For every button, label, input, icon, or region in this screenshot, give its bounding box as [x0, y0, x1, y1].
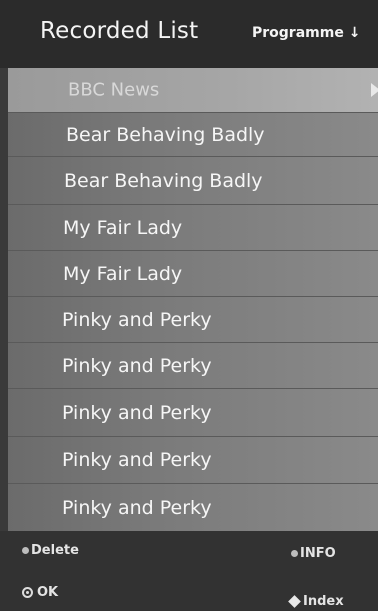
recording-title: BBC News: [68, 79, 160, 101]
recording-list: BBC News Bear Behaving Badly Bear Behavi…: [8, 68, 378, 531]
diamond-icon: [288, 595, 301, 608]
info-label: INFO: [300, 546, 336, 561]
ok-label: OK: [37, 585, 59, 600]
recording-row[interactable]: My Fair Lady: [8, 250, 378, 296]
recording-row[interactable]: Pinky and Perky: [8, 342, 378, 388]
recording-row[interactable]: My Fair Lady: [8, 204, 378, 250]
delete-label: Delete: [31, 543, 79, 558]
recording-row[interactable]: Pinky and Perky: [8, 296, 378, 342]
recording-row[interactable]: Bear Behaving Badly: [8, 112, 378, 156]
index-key-hint[interactable]: Index: [288, 594, 344, 609]
bullet-icon: [22, 547, 29, 554]
header-bar: Recorded List Programme ↓: [0, 0, 378, 68]
ok-ring-icon: [22, 587, 33, 598]
ok-key-hint[interactable]: OK: [22, 585, 58, 600]
recording-row[interactable]: Pinky and Perky: [8, 388, 378, 436]
info-key-hint[interactable]: INFO: [291, 546, 336, 561]
recording-title: Bear Behaving Badly: [66, 123, 265, 146]
recorded-list-screen: Recorded List Programme ↓ BBC News Bear …: [0, 0, 378, 611]
list-left-edge: [0, 68, 8, 531]
recording-row[interactable]: Pinky and Perky: [8, 483, 378, 531]
recording-title: Pinky and Perky: [62, 354, 212, 377]
recording-title: Pinky and Perky: [62, 401, 212, 424]
recording-title: Pinky and Perky: [62, 308, 212, 331]
recording-row[interactable]: BBC News: [8, 68, 378, 112]
recording-title: My Fair Lady: [63, 262, 183, 285]
recording-title: Bear Behaving Badly: [64, 169, 263, 192]
bullet-icon: [291, 550, 298, 557]
recording-title: Pinky and Perky: [62, 449, 212, 471]
recording-title: Pinky and Perky: [62, 496, 212, 519]
delete-key-hint[interactable]: Delete: [22, 543, 79, 558]
page-title: Recorded List: [40, 18, 199, 44]
recording-row[interactable]: Pinky and Perky: [8, 436, 378, 483]
index-label: Index: [303, 594, 344, 609]
key-guide-footer: Delete INFO OK Index: [0, 531, 378, 611]
arrow-right-icon: [371, 83, 378, 97]
sort-order-indicator[interactable]: Programme ↓: [252, 25, 360, 41]
recording-row[interactable]: Bear Behaving Badly: [8, 156, 378, 204]
recording-title: My Fair Lady: [63, 216, 183, 239]
